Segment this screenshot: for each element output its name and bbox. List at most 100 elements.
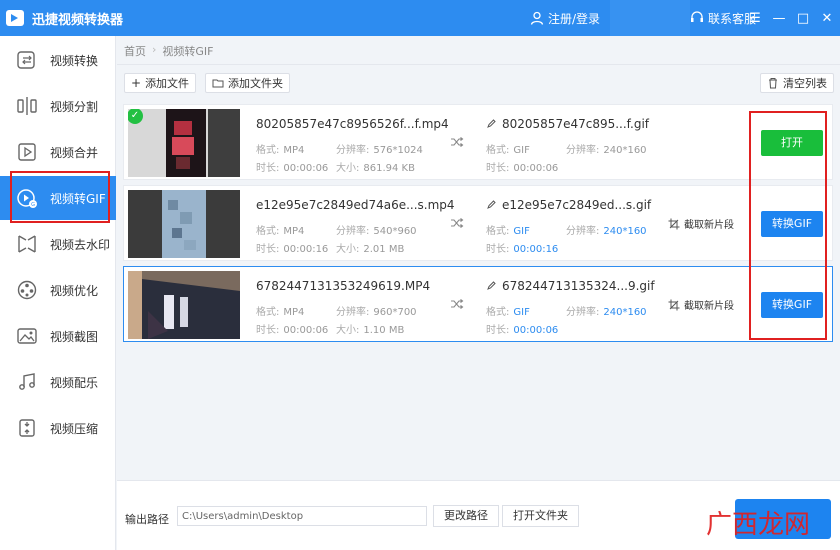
video-thumbnail	[128, 190, 240, 258]
clear-list-label: 清空列表	[783, 77, 827, 90]
table-row[interactable]: ✓ 80205857e47c8956526f...f.mp4 格式: MP4 分辨…	[123, 104, 833, 180]
output-format: 格式: GIF	[486, 145, 530, 156]
support-link[interactable]: 联系客服	[690, 0, 756, 36]
video-thumbnail: ✓	[128, 109, 240, 177]
sidebar-item-label: 视频去水印	[50, 237, 111, 252]
video-compress-icon	[19, 419, 35, 437]
add-file-button[interactable]: + 添加文件	[124, 73, 197, 93]
source-size: 大小: 2.01 MB	[336, 244, 405, 255]
source-duration: 时长: 00:00:06	[256, 163, 329, 174]
sidebar-item-video-screenshot[interactable]: 视频截图	[0, 314, 116, 358]
source-resolution: 分辨率: 540*960	[336, 226, 417, 237]
open-folder-button[interactable]: 打开文件夹	[502, 505, 579, 527]
crop-icon	[668, 218, 680, 229]
login-link[interactable]: 注册/登录	[530, 0, 610, 36]
source-filename: 6782447131353249619.MP4	[256, 279, 431, 293]
output-filename-text: 678244713135324...9.gif	[502, 279, 655, 293]
thumbnail-image	[128, 109, 240, 177]
minimize-icon[interactable]: —	[772, 11, 786, 25]
source-filename: e12e95e7c2849ed74a6e...s.mp4	[256, 198, 455, 212]
close-icon[interactable]: ✕	[820, 11, 834, 25]
sidebar-item-label: 视频压缩	[50, 421, 99, 436]
sidebar-item-video-split[interactable]: 视频分割	[0, 84, 116, 128]
add-folder-label: 添加文件夹	[228, 77, 283, 90]
shuffle-icon	[451, 137, 464, 147]
breadcrumb-home[interactable]: 首页	[124, 43, 146, 59]
output-duration: 时长: 00:00:06	[486, 163, 559, 174]
source-filename: 80205857e47c8956526f...f.mp4	[256, 117, 449, 131]
app-logo-icon	[6, 10, 24, 26]
app-title: 迅捷视频转换器	[32, 12, 124, 28]
video-to-gif-icon: G	[17, 189, 37, 208]
sidebar-item-label: 视频合并	[50, 145, 99, 160]
sidebar-item-label: 视频截图	[50, 329, 99, 344]
sidebar-item-video-to-gif[interactable]: G 视频转GIF	[0, 176, 116, 220]
shuffle-icon	[451, 218, 464, 228]
output-filename-text: 80205857e47c895...f.gif	[502, 117, 650, 131]
open-button[interactable]: 打开	[761, 130, 823, 156]
source-format: 格式: MP4	[256, 145, 305, 156]
title-bar: 迅捷视频转换器 注册/登录 联系客服 ☰ — □ ✕	[0, 0, 840, 36]
edit-pencil-icon[interactable]	[486, 119, 496, 129]
breadcrumb-separator: ›	[152, 43, 157, 56]
sidebar-item-video-merge[interactable]: 视频合并	[0, 130, 116, 174]
source-size: 大小: 861.94 KB	[336, 163, 415, 174]
output-format[interactable]: 格式: GIF	[486, 303, 530, 318]
add-folder-button[interactable]: 添加文件夹	[205, 73, 290, 93]
breadcrumb: 首页 › 视频转GIF	[124, 43, 214, 59]
sidebar-item-label: 视频转GIF	[50, 191, 106, 206]
login-label: 注册/登录	[548, 11, 601, 26]
video-optimize-icon	[17, 280, 37, 300]
output-duration[interactable]: 时长: 00:00:06	[486, 321, 558, 336]
source-duration: 时长: 00:00:16	[256, 244, 329, 255]
output-resolution: 分辨率: 240*160	[566, 145, 647, 156]
video-thumbnail	[128, 271, 240, 339]
sidebar-item-label: 视频配乐	[50, 375, 99, 390]
source-format: 格式: MP4	[256, 226, 305, 237]
output-format[interactable]: 格式: GIF	[486, 222, 530, 237]
breadcrumb-current: 视频转GIF	[162, 45, 214, 58]
video-merge-icon	[18, 143, 36, 161]
source-duration: 时长: 00:00:06	[256, 325, 329, 336]
sidebar-item-video-convert[interactable]: 视频转换	[0, 38, 116, 82]
sidebar-item-label: 视频分割	[50, 99, 99, 114]
edit-pencil-icon[interactable]	[486, 281, 496, 291]
output-path-input[interactable]	[177, 506, 427, 526]
cut-clip-label: 截取新片段	[684, 301, 734, 312]
svg-text:G: G	[31, 202, 35, 208]
cut-clip-link[interactable]: 截取新片段	[668, 297, 734, 312]
window-controls: ☰ — □ ✕	[748, 0, 834, 36]
cut-clip-link[interactable]: 截取新片段	[668, 216, 734, 231]
output-resolution[interactable]: 分辨率: 240*160	[566, 303, 647, 318]
sidebar-item-video-compress[interactable]: 视频压缩	[0, 406, 116, 450]
source-resolution: 分辨率: 576*1024	[336, 145, 423, 156]
output-filename: 678244713135324...9.gif	[486, 279, 655, 293]
thumbnail-image	[128, 271, 240, 339]
sidebar-item-video-music[interactable]: 视频配乐	[0, 360, 116, 404]
clear-list-button[interactable]: 清空列表	[760, 73, 834, 93]
user-icon	[530, 11, 544, 25]
convert-gif-button[interactable]: 转换GIF	[761, 211, 823, 237]
table-row[interactable]: 6782447131353249619.MP4 格式: MP4 分辨率: 960*7…	[123, 266, 833, 342]
sidebar-item-video-optimize[interactable]: 视频优化	[0, 268, 116, 312]
sidebar-item-remove-watermark[interactable]: 视频去水印	[0, 222, 116, 266]
table-row[interactable]: e12e95e7c2849ed74a6e...s.mp4 格式: MP4 分辨率:…	[123, 185, 833, 261]
output-filename: 80205857e47c895...f.gif	[486, 117, 649, 131]
edit-pencil-icon[interactable]	[486, 200, 496, 210]
output-filename: e12e95e7c2849ed...s.gif	[486, 198, 651, 212]
convert-gif-button[interactable]: 转换GIF	[761, 292, 823, 318]
cut-clip-label: 截取新片段	[684, 220, 734, 231]
maximize-icon[interactable]: □	[796, 11, 810, 25]
sidebar-item-label: 视频优化	[50, 283, 99, 298]
change-path-button[interactable]: 更改路径	[433, 505, 499, 527]
thumbnail-image	[128, 190, 240, 258]
menu-icon[interactable]: ☰	[748, 11, 762, 25]
video-screenshot-icon	[17, 328, 37, 344]
source-size: 大小: 1.10 MB	[336, 325, 405, 336]
remove-watermark-icon	[18, 235, 36, 253]
output-duration[interactable]: 时长: 00:00:16	[486, 240, 558, 255]
headset-icon	[691, 11, 703, 22]
output-resolution[interactable]: 分辨率: 240*160	[566, 222, 647, 237]
sidebar-item-label: 视频转换	[50, 53, 99, 68]
video-split-icon	[17, 97, 37, 115]
